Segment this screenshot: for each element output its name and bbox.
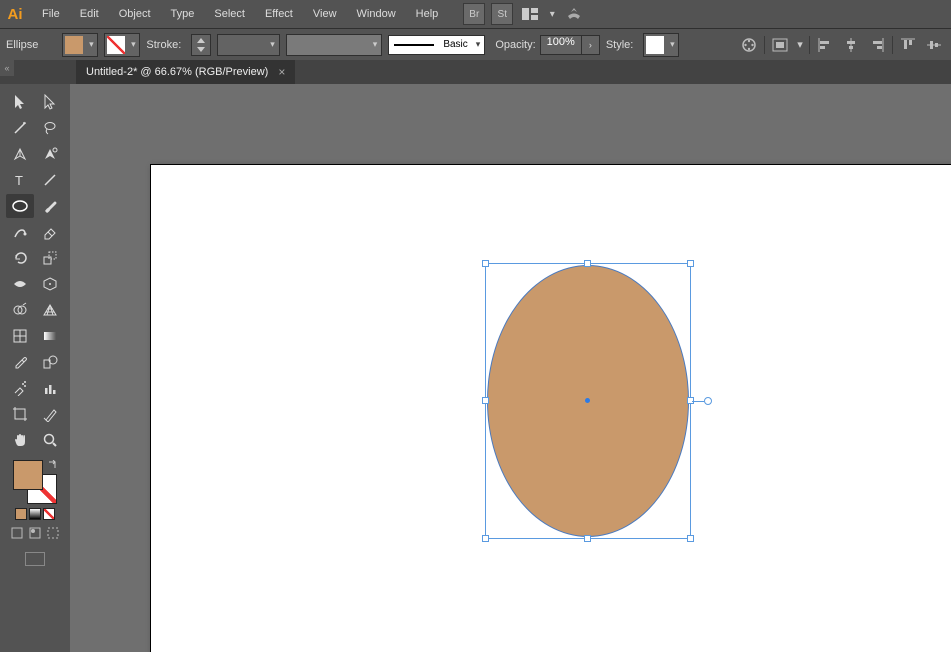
menu-window[interactable]: Window [347, 0, 406, 28]
selection-bounding-box[interactable] [485, 263, 691, 539]
artboard-tool[interactable] [6, 402, 34, 426]
direct-selection-tool[interactable] [36, 90, 64, 114]
eyedropper-tool[interactable] [6, 350, 34, 374]
color-mode-button[interactable] [15, 508, 27, 520]
brush-definition-dropdown[interactable]: Basic ▾ [388, 35, 485, 55]
stroke-label: Stroke: [146, 39, 181, 51]
align-right-button[interactable] [866, 34, 888, 56]
graphic-style-dropdown[interactable]: ▾ [643, 33, 679, 57]
lasso-tool[interactable] [36, 116, 64, 140]
resize-handle-bottom-right[interactable] [687, 535, 694, 542]
resize-handle-bottom-left[interactable] [482, 535, 489, 542]
recolor-artwork-button[interactable] [738, 34, 760, 56]
draw-normal-button[interactable] [10, 526, 24, 540]
resize-handle-top-middle[interactable] [584, 260, 591, 267]
bridge-button[interactable]: Br [463, 3, 485, 25]
fill-color-swatch[interactable]: ▾ [62, 33, 98, 57]
perspective-grid-tool[interactable] [36, 298, 64, 322]
align-center-button[interactable] [840, 34, 862, 56]
slice-tool[interactable] [36, 402, 64, 426]
panel-collapse-button[interactable]: « [0, 60, 14, 76]
resize-handle-top-right[interactable] [687, 260, 694, 267]
gpu-preview-button[interactable] [563, 3, 585, 25]
align-left-button[interactable] [814, 34, 836, 56]
fill-indicator[interactable] [13, 460, 43, 490]
tools-panel: T [0, 84, 70, 652]
align-to-button[interactable] [769, 34, 791, 56]
resize-handle-middle-left[interactable] [482, 397, 489, 404]
rotate-tool[interactable] [6, 246, 34, 270]
eraser-tool[interactable] [36, 220, 64, 244]
align-to-dropdown[interactable]: ▾ [795, 34, 805, 56]
variable-width-profile[interactable]: ▾ [286, 34, 383, 56]
selection-tool[interactable] [6, 90, 34, 114]
menu-edit[interactable]: Edit [70, 0, 109, 28]
width-tool[interactable] [6, 272, 34, 296]
hand-tool[interactable] [6, 428, 34, 452]
gradient-tool[interactable] [36, 324, 64, 348]
app-logo: Ai [4, 3, 26, 25]
document-tab-bar: Untitled-2* @ 66.67% (RGB/Preview) × [0, 60, 951, 84]
canvas-area[interactable] [70, 84, 951, 652]
stock-button[interactable]: St [491, 3, 513, 25]
opacity-dropdown[interactable]: › [582, 35, 600, 55]
control-bar: Ellipse ▾ ▾ Stroke: ▾ ▾ Basic ▾ Opacity:… [0, 28, 951, 60]
shaper-tool[interactable] [6, 220, 34, 244]
style-label: Style: [606, 39, 634, 51]
stroke-profile-dropdown[interactable]: ▾ [217, 34, 280, 56]
artboard[interactable] [150, 164, 951, 652]
mesh-tool[interactable] [6, 324, 34, 348]
rotate-handle-line [692, 401, 704, 402]
menu-bar: Ai File Edit Object Type Select Effect V… [0, 0, 951, 28]
column-graph-tool[interactable] [36, 376, 64, 400]
fill-stroke-indicator[interactable] [4, 460, 66, 566]
none-mode-button[interactable] [43, 508, 55, 520]
resize-handle-top-left[interactable] [482, 260, 489, 267]
opacity-label: Opacity: [495, 39, 535, 51]
menu-type[interactable]: Type [161, 0, 205, 28]
svg-text:T: T [15, 173, 23, 187]
gradient-mode-button[interactable] [29, 508, 41, 520]
swap-fill-stroke-icon[interactable] [47, 460, 57, 470]
paintbrush-tool[interactable] [36, 194, 64, 218]
pen-tool[interactable] [6, 142, 34, 166]
arrange-documents-button[interactable] [519, 3, 541, 25]
document-tab-title: Untitled-2* @ 66.67% (RGB/Preview) [86, 66, 268, 78]
selection-label: Ellipse [6, 39, 38, 51]
draw-inside-button[interactable] [46, 526, 60, 540]
zoom-tool[interactable] [36, 428, 64, 452]
draw-behind-button[interactable] [28, 526, 42, 540]
magic-wand-tool[interactable] [6, 116, 34, 140]
menu-view[interactable]: View [303, 0, 347, 28]
blend-tool[interactable] [36, 350, 64, 374]
document-tab-close[interactable]: × [278, 65, 285, 79]
line-segment-tool[interactable] [36, 168, 64, 192]
ellipse-tool[interactable] [6, 194, 34, 218]
shape-builder-tool[interactable] [6, 298, 34, 322]
arrange-documents-dropdown[interactable]: ▾ [547, 3, 557, 25]
menu-effect[interactable]: Effect [255, 0, 303, 28]
symbol-sprayer-tool[interactable] [6, 376, 34, 400]
menu-object[interactable]: Object [109, 0, 161, 28]
stroke-color-swatch[interactable]: ▾ [104, 33, 140, 57]
menu-help[interactable]: Help [406, 0, 449, 28]
screen-mode-button[interactable] [25, 552, 45, 566]
scale-tool[interactable] [36, 246, 64, 270]
align-top-button[interactable] [897, 34, 919, 56]
free-transform-tool[interactable] [36, 272, 64, 296]
opacity-field[interactable]: 100% [540, 35, 582, 55]
stroke-weight-stepper[interactable] [191, 34, 211, 56]
selection-center-point [585, 398, 590, 403]
type-tool[interactable]: T [6, 168, 34, 192]
menu-file[interactable]: File [32, 0, 70, 28]
menu-select[interactable]: Select [204, 0, 255, 28]
document-tab[interactable]: Untitled-2* @ 66.67% (RGB/Preview) × [76, 60, 295, 84]
align-middle-button[interactable] [923, 34, 945, 56]
curvature-tool[interactable] [36, 142, 64, 166]
resize-handle-bottom-middle[interactable] [584, 535, 591, 542]
rotate-handle[interactable] [704, 397, 712, 405]
